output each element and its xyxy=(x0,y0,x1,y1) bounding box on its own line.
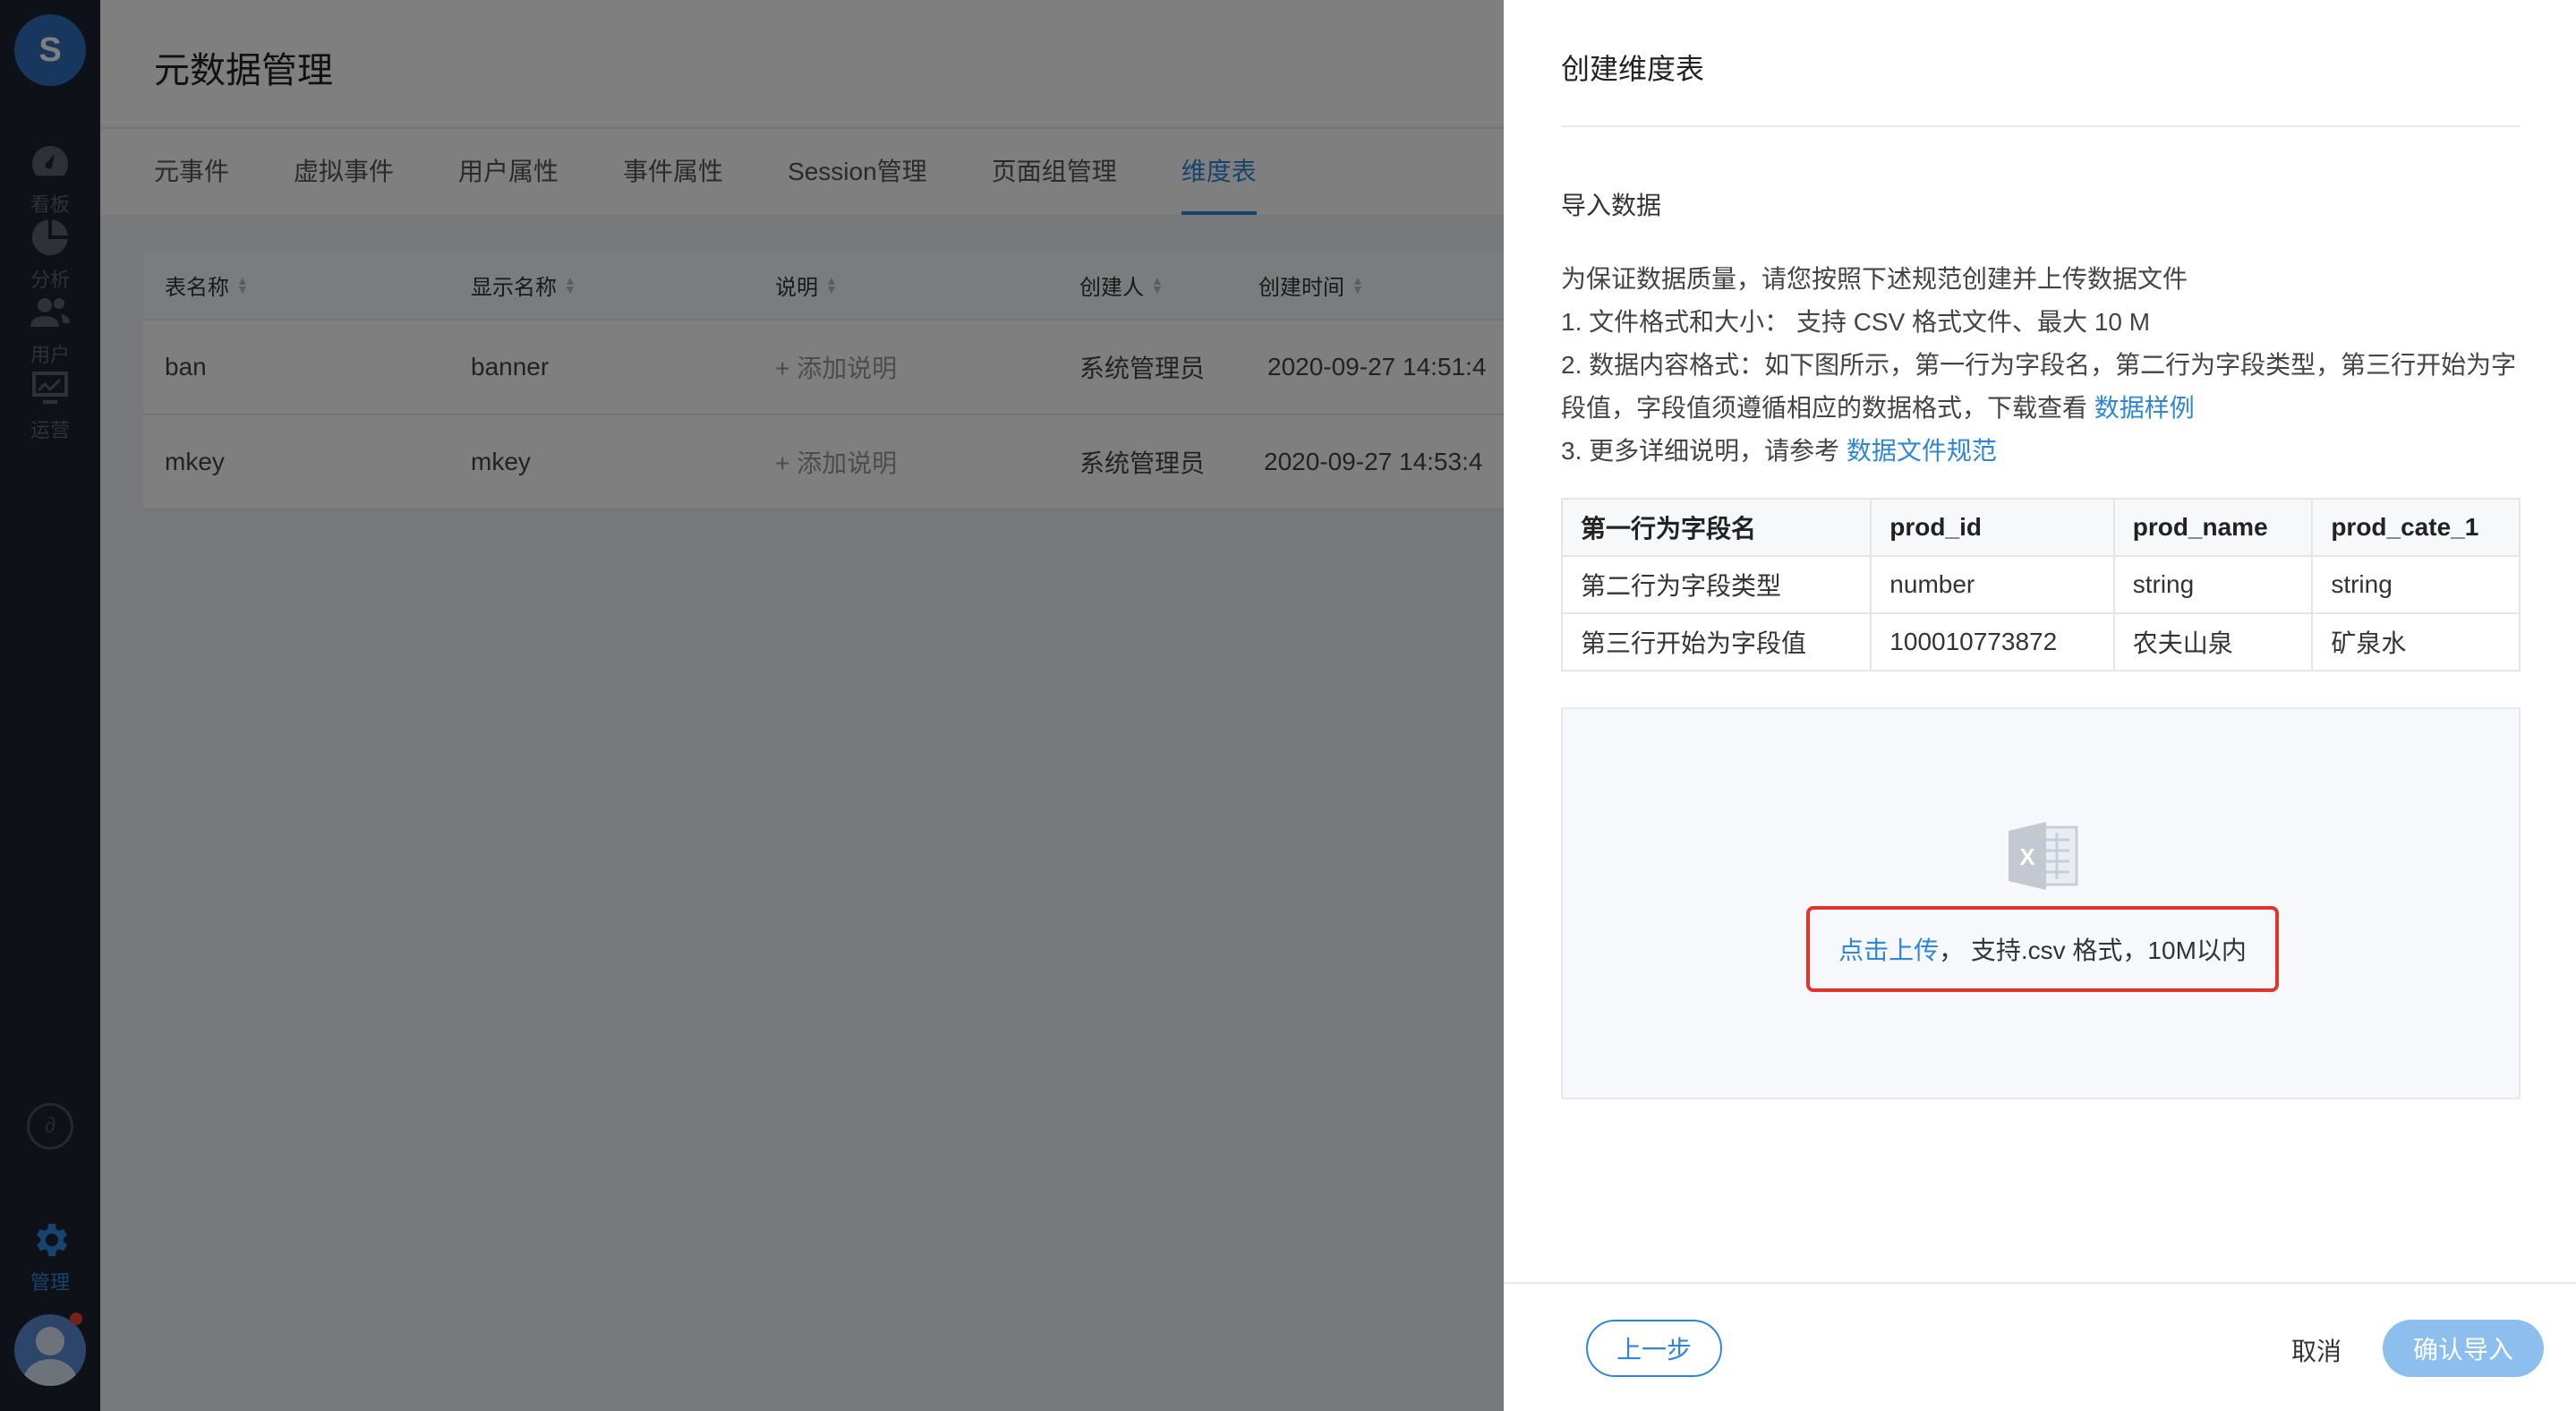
cancel-button[interactable]: 取消 xyxy=(2291,1325,2341,1375)
confirm-import-button[interactable]: 确认导入 xyxy=(2383,1320,2544,1377)
rule-2-line-2: 段值，字段值须遵循相应的数据格式，下载查看 数据样例 xyxy=(1561,394,2195,422)
sample-row-header: 第一行为字段名 prod_id prod_name prod_cate_1 xyxy=(1560,498,2521,557)
rule-3: 3. 更多详细说明，请参考 数据文件规范 xyxy=(1561,437,1997,465)
footer-divider xyxy=(1504,1282,2576,1284)
section-title: 导入数据 xyxy=(1561,192,1662,219)
sample-format-table: 第一行为字段名 prod_id prod_name prod_cate_1 第二… xyxy=(1560,498,2521,671)
upload-rules: 为保证数据质量，请您按照下述规范创建并上传数据文件 1. 文件格式和大小： 支持… xyxy=(1561,258,2519,473)
data-spec-link[interactable]: 数据文件规范 xyxy=(1847,437,1997,465)
sample-data-link[interactable]: 数据样例 xyxy=(2094,394,2195,422)
sample-row-types: 第二行为字段类型 number string string xyxy=(1560,555,2521,614)
modal-backdrop[interactable] xyxy=(0,0,1504,1411)
svg-text:X: X xyxy=(2019,843,2035,870)
sample-row-values: 第三行开始为字段值 100010773872 农夫山泉 矿泉水 xyxy=(1560,612,2521,671)
upload-button-area[interactable]: 点击上传 ， 支持.csv 格式，10M以内 xyxy=(1806,906,2279,992)
click-upload-link[interactable]: 点击上传 xyxy=(1838,931,1939,967)
rule-2-line-1: 2. 数据内容格式：如下图所示，第一行为字段名，第二行为字段类型，第三行开始为字 xyxy=(1561,351,2517,379)
create-dimension-table-drawer: 创建维度表 导入数据 为保证数据质量，请您按照下述规范创建并上传数据文件 1. … xyxy=(1504,0,2576,1411)
rules-intro: 为保证数据质量，请您按照下述规范创建并上传数据文件 xyxy=(1561,265,2188,293)
excel-file-icon: X xyxy=(2009,822,2078,890)
drawer-title: 创建维度表 xyxy=(1561,53,1705,85)
drawer-title-divider xyxy=(1561,125,2521,127)
previous-step-button[interactable]: 上一步 xyxy=(1586,1320,1722,1377)
upload-hint: ， 支持.csv 格式，10M以内 xyxy=(1939,936,2247,964)
upload-dropzone[interactable]: X 点击上传 ， 支持.csv 格式，10M以内 xyxy=(1561,707,2521,1099)
rule-1: 1. 文件格式和大小： 支持 CSV 格式文件、最大 10 M xyxy=(1561,308,2151,336)
